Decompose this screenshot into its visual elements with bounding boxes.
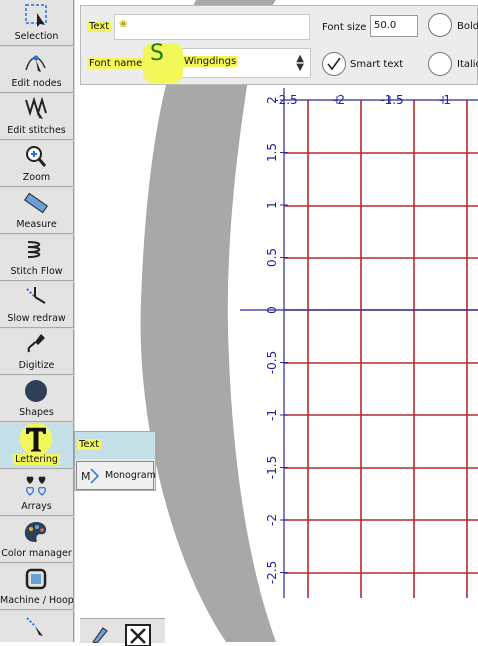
y-tick-label: -1.5 <box>265 456 279 479</box>
tool-label: Selection <box>14 31 59 42</box>
tool-more[interactable] <box>0 611 74 642</box>
tool-label: Machine / Hoop <box>0 595 74 606</box>
text-label: Text <box>87 21 112 32</box>
tool-label: Lettering <box>0 454 73 465</box>
y-tick-label: 0.5 <box>265 248 279 267</box>
bold-toggle[interactable] <box>428 13 452 37</box>
tool-zoom[interactable]: Zoom <box>0 141 74 187</box>
tool-label: Zoom <box>22 172 51 183</box>
tool-label: Edit stitches <box>7 125 66 136</box>
close-icon[interactable] <box>125 624 151 646</box>
tool-stitch-flow[interactable]: Stitch Flow <box>0 235 74 281</box>
font-badge: S <box>143 41 183 83</box>
bottom-tools <box>80 618 165 646</box>
edit-nodes-icon <box>25 55 46 72</box>
zoom-icon <box>26 146 47 167</box>
tool-label: Slow redraw <box>7 313 66 324</box>
italic-toggle[interactable] <box>428 52 452 76</box>
tool-arrays[interactable]: Arrays <box>0 470 74 516</box>
tool-label: Shapes <box>19 407 54 418</box>
digitize-icon <box>27 334 45 353</box>
design-grid[interactable]: -2.5 -2 -1.5 -121.510.50-0.5-1-1.5-2-2.5 <box>232 88 478 598</box>
scatter-icon <box>26 617 43 636</box>
flyout-monogram-item[interactable]: M Monogram <box>76 461 156 490</box>
machine-hoop-icon <box>25 568 47 590</box>
slow-redraw-icon <box>26 287 46 304</box>
color-manager-icon <box>24 522 47 542</box>
bold-label: Bold <box>457 21 478 32</box>
x-tick-label: -1.5 <box>380 93 403 107</box>
shapes-icon <box>25 380 47 402</box>
grid-labels: -2.5 -2 -1.5 -121.510.50-0.5-1-1.5-2-2.5 <box>265 93 451 584</box>
italic-label: Italic <box>457 59 478 70</box>
tool-edit-nodes[interactable]: Edit nodes <box>0 47 74 93</box>
svg-text:M: M <box>81 470 91 483</box>
y-tick-label: -0.5 <box>265 351 279 374</box>
tool-selection[interactable]: Selection <box>0 0 74 46</box>
tool-label: Digitize <box>18 360 55 371</box>
font-size-label: Font size <box>322 22 367 33</box>
font-name-select[interactable]: S Wingdings ▲ ▼ <box>143 41 311 83</box>
text-label-value: Text <box>87 21 112 32</box>
tool-lettering[interactable]: Lettering <box>0 423 74 469</box>
y-tick-label: -2 <box>265 514 279 526</box>
flyout-text-label: Text <box>77 439 102 450</box>
tool-label: Measure <box>16 219 57 230</box>
tool-palette: Selection Edit nodes Edit stitches Zoom … <box>0 0 75 642</box>
tool-color-manager[interactable]: Color manager <box>0 517 74 563</box>
lettering-label: Lettering <box>13 454 60 465</box>
y-tick-label: -1 <box>265 409 279 421</box>
tool-label: Edit nodes <box>11 78 62 89</box>
tool-edit-stitches[interactable]: Edit stitches <box>0 94 74 140</box>
x-tick-label: -2 <box>333 93 345 107</box>
arrays-icon <box>26 476 46 496</box>
monogram-icon: M <box>81 468 99 484</box>
pen-icon[interactable] <box>90 625 110 643</box>
x-tick-label: -1 <box>439 93 451 107</box>
flyout-text-item[interactable]: Text <box>75 432 155 459</box>
chevron-updown-icon: ▲ ▼ <box>296 53 304 73</box>
lettering-flyout: Text M Monogram <box>74 431 156 491</box>
tool-label: Stitch Flow <box>10 266 63 277</box>
y-tick-label: -2.5 <box>265 561 279 584</box>
y-tick-label: 0 <box>265 306 279 314</box>
font-name-label: Font name <box>87 58 145 69</box>
lettering-icon <box>19 424 53 454</box>
tool-label: Arrays <box>21 501 52 512</box>
text-input[interactable]: ❀ <box>114 14 310 40</box>
checkmark-icon <box>327 57 341 71</box>
tool-machine-hoop[interactable]: Machine / Hoop <box>0 564 74 610</box>
text-options-panel: Text ❀ Font size 50.0 Bold Font name S W… <box>80 5 478 85</box>
smart-text-label: Smart text <box>350 59 404 70</box>
flyout-monogram-label: Monogram <box>105 470 156 481</box>
y-tick-label: 2 <box>265 96 279 104</box>
y-tick-label: 1.5 <box>265 143 279 162</box>
font-name-value: Wingdings <box>182 56 239 67</box>
tool-label: Color manager <box>1 548 72 559</box>
tool-shapes[interactable]: Shapes <box>0 376 74 422</box>
y-tick-label: 1 <box>265 201 279 209</box>
font-badge-letter: S <box>150 41 164 66</box>
stitch-flow-icon <box>27 241 41 258</box>
font-name-label-value: Font name <box>87 58 145 69</box>
selection-icon <box>25 4 47 27</box>
smart-text-checkbox[interactable] <box>322 52 346 76</box>
measure-icon <box>23 192 49 214</box>
font-size-input[interactable]: 50.0 <box>370 15 418 37</box>
tool-measure[interactable]: Measure <box>0 188 74 234</box>
tool-digitize[interactable]: Digitize <box>0 329 74 375</box>
tool-slow-redraw[interactable]: Slow redraw <box>0 282 74 328</box>
edit-stitches-icon <box>25 97 47 119</box>
